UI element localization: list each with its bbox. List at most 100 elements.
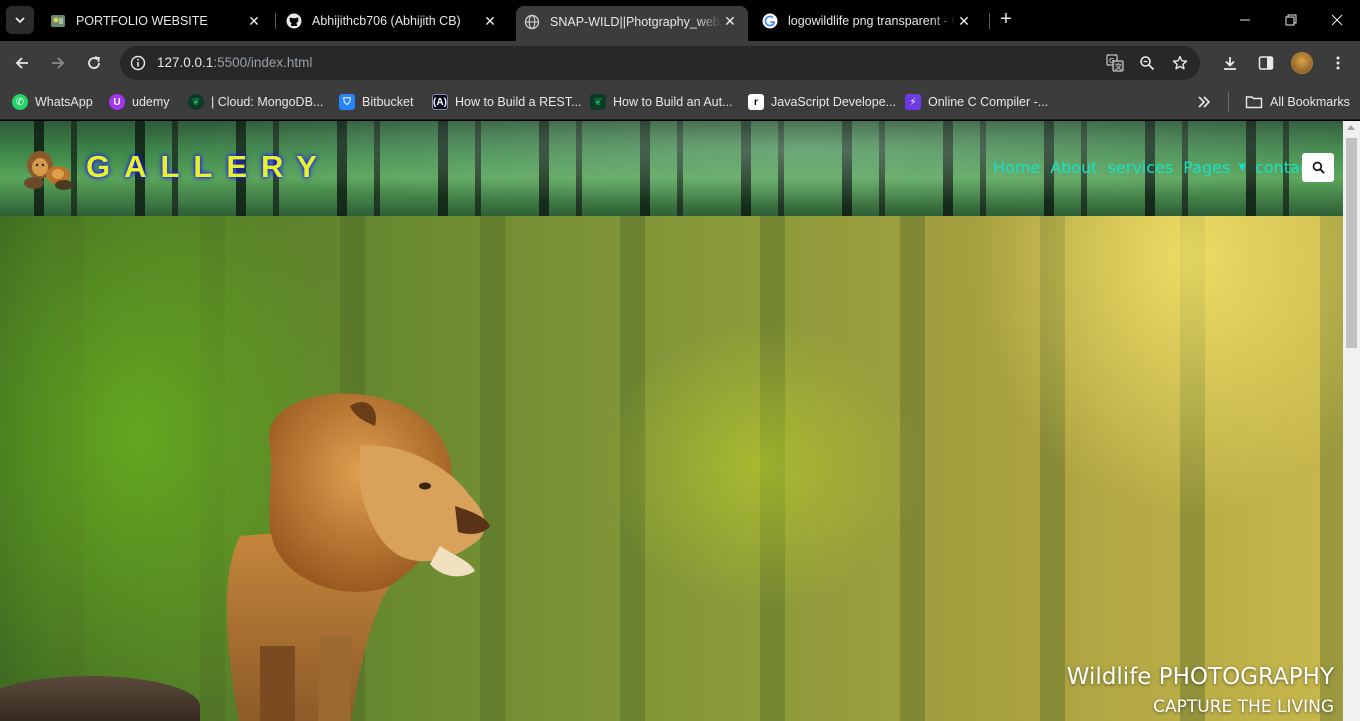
bookmark-rest-api[interactable]: (A) How to Build a REST... [432, 92, 581, 112]
tab-title: PORTFOLIO WEBSITE [76, 14, 208, 28]
tab-title: logowildlife png transparent - Google Se… [788, 14, 956, 28]
bookmarks-bar: ✆ WhatsApp U udemy ❦ | Cloud: MongoDB...… [0, 85, 1360, 120]
lion-image [226, 393, 490, 721]
close-icon[interactable]: ✕ [482, 13, 498, 30]
tab-search-button[interactable] [6, 6, 34, 34]
folder-icon [1245, 96, 1263, 109]
bookmark-label: How to Build a REST... [455, 95, 582, 109]
bookmark-c-compiler[interactable]: ⚡ Online C Compiler -... [905, 92, 1048, 112]
bookmark-label: Bitbucket [362, 95, 414, 109]
scroll-up-arrow-icon[interactable] [1347, 125, 1355, 130]
browser-toolbar: 127.0.0.1:5500/index.html G文 [0, 41, 1360, 85]
bookmark-label: JavaScript Develope... [771, 95, 897, 109]
close-icon[interactable]: ✕ [246, 13, 262, 30]
main-nav: Home About services Pages ▼ contact [993, 158, 1325, 177]
hero-subtitle: CAPTURE THE LIVING [1153, 697, 1334, 717]
whatsapp-icon: ✆ [12, 94, 28, 110]
side-panel-button[interactable] [1253, 50, 1279, 76]
bookmark-label: Online C Compiler -... [928, 95, 1049, 109]
rock-shape [0, 676, 200, 721]
mongodb-icon: ❦ [188, 94, 204, 110]
back-button[interactable] [9, 50, 35, 76]
bookmark-star-icon[interactable] [1170, 53, 1190, 73]
udemy-icon: U [109, 94, 125, 110]
translate-icon[interactable]: G文 [1105, 53, 1125, 73]
freecodecamp-icon: (A) [432, 94, 448, 110]
forward-button[interactable] [45, 50, 71, 76]
scroll-thumb[interactable] [1346, 138, 1357, 348]
address-bar[interactable]: 127.0.0.1:5500/index.html G文 [120, 46, 1200, 80]
bookmark-separator [1228, 92, 1229, 112]
close-window-button[interactable] [1325, 8, 1349, 32]
url-text[interactable]: 127.0.0.1:5500/index.html [157, 55, 312, 70]
caret-down-icon[interactable]: ▼ [1238, 162, 1246, 173]
site-logo[interactable] [20, 141, 76, 193]
nav-services[interactable]: services [1108, 158, 1174, 177]
download-icon [1224, 57, 1236, 70]
hero-title: Wildlife PHOTOGRAPHY [1066, 664, 1334, 690]
downloads-button[interactable] [1217, 50, 1243, 76]
restore-icon [1285, 14, 1297, 26]
arrow-left-icon [15, 57, 28, 69]
page-viewport: GALLERY Home About services Pages ▼ cont… [0, 121, 1343, 721]
bookmark-javascript[interactable]: r JavaScript Develope... [748, 92, 896, 112]
tab-portfolio[interactable]: PORTFOLIO WEBSITE ✕ [44, 6, 272, 36]
bookmark-label: WhatsApp [35, 95, 93, 109]
tab-title: Abhijithcb706 (Abhijith CB) [312, 14, 461, 28]
tab-separator [275, 13, 276, 29]
close-icon [1331, 14, 1343, 26]
github-icon [286, 13, 302, 29]
nav-pages[interactable]: Pages [1183, 158, 1230, 177]
bookmark-udemy[interactable]: U udemy [109, 92, 170, 112]
chevron-double-right-icon [1198, 96, 1211, 108]
url-host: 127.0.0.1 [157, 55, 214, 70]
more-bookmarks-button[interactable] [1197, 92, 1211, 112]
nav-home[interactable]: Home [993, 158, 1040, 177]
replit-icon: r [748, 94, 764, 110]
google-icon [762, 13, 778, 29]
svg-text:文: 文 [1115, 62, 1122, 71]
minimize-button[interactable] [1233, 8, 1257, 32]
arrow-right-icon [52, 57, 65, 69]
profile-avatar[interactable] [1291, 52, 1313, 74]
restore-button[interactable] [1279, 8, 1303, 32]
bookmark-label: How to Build an Aut... [613, 95, 733, 109]
more-vert-icon [1336, 56, 1340, 70]
hero-banner: Wildlife PHOTOGRAPHY CAPTURE THE LIVING [0, 216, 1343, 721]
brand-title[interactable]: GALLERY [86, 149, 331, 185]
url-path: :5500/index.html [213, 55, 313, 70]
bookmark-label: udemy [132, 95, 170, 109]
site-search-button[interactable] [1302, 153, 1334, 182]
all-bookmarks-label: All Bookmarks [1270, 95, 1350, 109]
site-info-icon[interactable] [128, 53, 148, 73]
tab-title: SNAP-WILD||Photgraphy_website [550, 14, 722, 29]
tab-strip: PORTFOLIO WEBSITE ✕ Abhijithcb706 (Abhij… [0, 0, 1360, 41]
bookmark-bitbucket[interactable]: ⛉ Bitbucket [339, 92, 413, 112]
programiz-icon: ⚡ [905, 94, 921, 110]
mongodb-icon: ❦ [590, 94, 606, 110]
page-scrollbar[interactable] [1343, 121, 1360, 721]
site-header: GALLERY Home About services Pages ▼ cont… [0, 121, 1343, 216]
reload-button[interactable] [81, 50, 107, 76]
search-icon [1312, 161, 1325, 174]
globe-icon [524, 14, 540, 30]
close-icon[interactable]: ✕ [956, 13, 972, 30]
tab-github[interactable]: Abhijithcb706 (Abhijith CB) ✕ [282, 6, 508, 36]
close-icon[interactable]: ✕ [722, 13, 738, 30]
all-bookmarks-button[interactable]: All Bookmarks [1245, 92, 1350, 112]
tab-google-search[interactable]: logowildlife png transparent - Google Se… [756, 6, 982, 36]
tab-snap-wild[interactable]: SNAP-WILD||Photgraphy_website ✕ [516, 6, 748, 41]
bookmark-whatsapp[interactable]: ✆ WhatsApp [12, 92, 93, 112]
new-tab-button[interactable]: + [996, 9, 1016, 30]
menu-button[interactable] [1325, 50, 1351, 76]
portfolio-favicon [50, 13, 66, 29]
bookmark-auth[interactable]: ❦ How to Build an Aut... [590, 92, 733, 112]
side-panel-icon [1258, 56, 1274, 70]
bitbucket-icon: ⛉ [339, 94, 355, 110]
tab-separator [989, 13, 990, 29]
nav-about[interactable]: About [1050, 158, 1097, 177]
zoom-icon[interactable] [1137, 53, 1157, 73]
minimize-icon [1240, 19, 1250, 21]
animals-logo-icon [24, 151, 73, 190]
bookmark-mongodb-cloud[interactable]: ❦ | Cloud: MongoDB... [188, 92, 323, 112]
